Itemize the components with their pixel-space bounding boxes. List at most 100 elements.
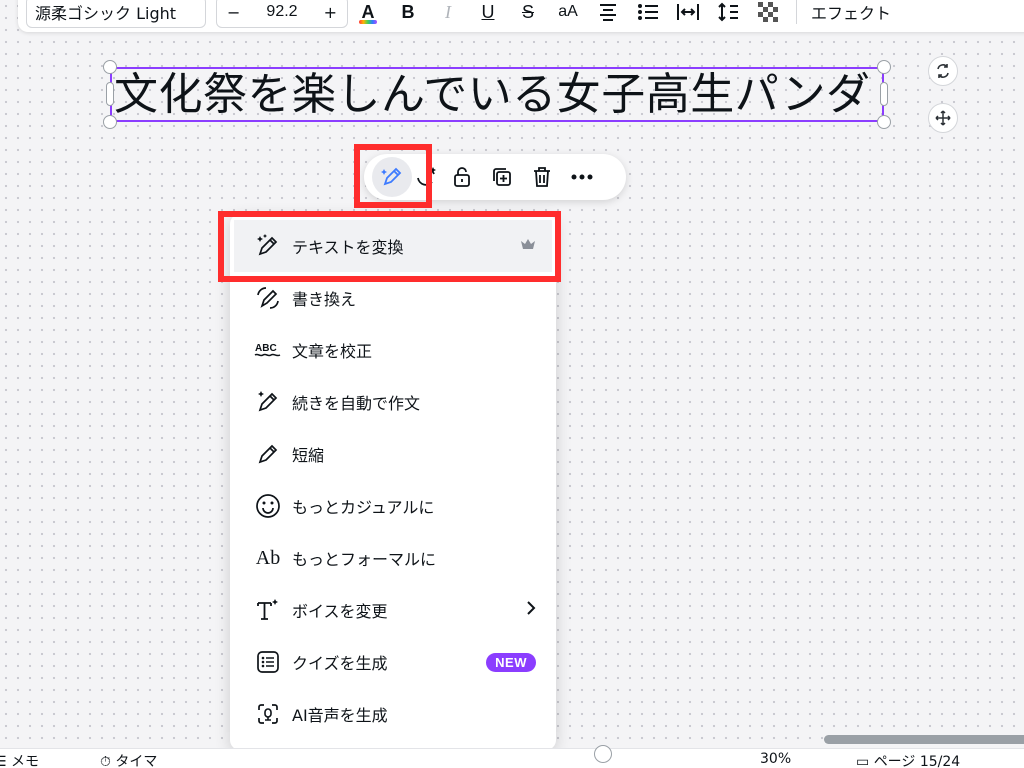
duplicate-button[interactable] bbox=[482, 157, 522, 197]
magic-write-menu: テキストを変換 書き換え ABC 文章を校正 続きを自動で作文 短縮 もっとカジ… bbox=[230, 214, 556, 750]
lock-button[interactable] bbox=[442, 157, 482, 197]
magic-write-button[interactable] bbox=[372, 157, 412, 197]
notes-button[interactable]: ☰ メモ bbox=[0, 751, 39, 768]
more-options-button[interactable] bbox=[562, 157, 602, 197]
letter-spacing-button[interactable] bbox=[668, 0, 708, 28]
underline-button[interactable]: U bbox=[468, 0, 508, 28]
abc-spellcheck-icon: ABC bbox=[252, 334, 284, 366]
magic-pen-icon bbox=[381, 167, 402, 186]
edit-button[interactable] bbox=[412, 157, 442, 197]
bold-button[interactable]: B bbox=[388, 0, 428, 28]
pen-icon bbox=[252, 438, 284, 470]
effects-button[interactable]: エフェクト bbox=[805, 0, 897, 24]
notes-label: メモ bbox=[11, 754, 40, 768]
lock-icon bbox=[454, 167, 470, 187]
menu-item-label: 文章を校正 bbox=[292, 342, 373, 361]
font-size-input[interactable]: 92.2 bbox=[266, 3, 297, 21]
menu-item-label: AI音声を生成 bbox=[292, 706, 388, 725]
list-button[interactable] bbox=[628, 0, 668, 28]
canvas-text[interactable]: 文化祭を楽しんでいる女子高生パンダ bbox=[114, 69, 871, 121]
font-family-label: 源柔ゴシック Light bbox=[35, 4, 177, 23]
resize-handle-top-right[interactable] bbox=[877, 60, 891, 74]
font-size-decrease-button[interactable]: − bbox=[227, 3, 240, 22]
notes-icon: ☰ bbox=[0, 754, 7, 768]
menu-item-proofread[interactable]: ABC 文章を校正 bbox=[230, 324, 556, 376]
menu-item-change-voice[interactable]: ボイスを変更 bbox=[230, 584, 556, 636]
zoom-level[interactable]: 30% bbox=[760, 751, 791, 767]
menu-item-label: 続きを自動で作文 bbox=[292, 394, 421, 413]
menu-item-continue-writing[interactable]: 続きを自動で作文 bbox=[230, 376, 556, 428]
line-spacing-icon bbox=[718, 2, 738, 22]
letter-case-button[interactable]: aA bbox=[548, 0, 588, 28]
rotate-button[interactable] bbox=[928, 56, 958, 86]
magic-write-circle bbox=[372, 157, 412, 197]
menu-item-label: 書き換え bbox=[292, 290, 357, 309]
menu-item-shorten[interactable]: 短縮 bbox=[230, 428, 556, 480]
element-context-toolbar bbox=[364, 154, 626, 200]
checkerboard-icon bbox=[758, 2, 778, 22]
new-badge: NEW bbox=[486, 652, 536, 672]
pages-button[interactable]: ▭ ページ 15/24 bbox=[856, 751, 960, 768]
menu-item-label: テキストを変換 bbox=[292, 238, 404, 257]
menu-item-more-casual[interactable]: もっとカジュアルに bbox=[230, 480, 556, 532]
edit-sparkle-icon bbox=[417, 167, 436, 186]
transparency-button[interactable] bbox=[748, 0, 788, 28]
underline-label: U bbox=[481, 1, 495, 22]
resize-handle-left[interactable] bbox=[106, 82, 114, 106]
menu-item-ai-voice[interactable]: AI音声を生成 bbox=[230, 688, 556, 740]
align-center-icon bbox=[600, 4, 616, 21]
menu-item-generate-quiz[interactable]: クイズを生成 NEW bbox=[230, 636, 556, 688]
align-center-button[interactable] bbox=[588, 0, 628, 28]
move-arrows-icon bbox=[935, 110, 951, 126]
text-sparkle-icon bbox=[252, 594, 284, 626]
magic-pen-icon bbox=[252, 230, 284, 262]
menu-item-rewrite[interactable]: 書き換え bbox=[230, 272, 556, 324]
menu-item-label: もっとフォーマルに bbox=[292, 550, 437, 569]
font-family-select[interactable]: 源柔ゴシック Light bbox=[26, 0, 206, 28]
pen-sparkle-icon bbox=[252, 386, 284, 418]
italic-button[interactable]: I bbox=[428, 0, 468, 28]
smile-icon bbox=[252, 490, 284, 522]
more-dots-icon bbox=[571, 174, 593, 180]
resize-handle-bottom-left[interactable] bbox=[103, 115, 117, 129]
text-color-button[interactable]: A bbox=[348, 0, 388, 28]
delete-button[interactable] bbox=[522, 157, 562, 197]
timer-button[interactable]: ⏱ タイマ bbox=[100, 751, 157, 768]
ai-voice-icon bbox=[252, 698, 284, 730]
strikethrough-button[interactable]: S bbox=[508, 0, 548, 28]
font-size-stepper[interactable]: − 92.2 + bbox=[216, 0, 348, 28]
pages-label: ページ 15/24 bbox=[873, 754, 961, 768]
resize-handle-right[interactable] bbox=[880, 82, 888, 106]
menu-item-transform-text[interactable]: テキストを変換 bbox=[234, 220, 552, 272]
crown-icon bbox=[520, 238, 536, 254]
italic-label: I bbox=[445, 1, 451, 22]
menu-item-more-formal[interactable]: Ab もっとフォーマルに bbox=[230, 532, 556, 584]
quiz-list-icon bbox=[252, 646, 284, 678]
pages-icon: ▭ bbox=[856, 754, 870, 768]
text-color-letter: A bbox=[361, 1, 375, 22]
ab-icon: Ab bbox=[252, 542, 284, 574]
svg-text:ABC: ABC bbox=[255, 343, 277, 354]
zoom-slider-thumb[interactable] bbox=[594, 745, 612, 763]
resize-handle-bottom-right[interactable] bbox=[877, 115, 891, 129]
font-size-increase-button[interactable]: + bbox=[324, 3, 337, 22]
selected-text-element[interactable]: 文化祭を楽しんでいる女子高生パンダ bbox=[110, 67, 884, 122]
timer-label: タイマ bbox=[115, 754, 158, 768]
menu-item-label: 短縮 bbox=[292, 446, 325, 465]
text-toolbar: 源柔ゴシック Light − 92.2 + A B I U S aA エフェクト bbox=[18, 0, 1024, 32]
move-button[interactable] bbox=[928, 103, 958, 133]
rotate-icon bbox=[937, 64, 949, 78]
line-spacing-button[interactable] bbox=[708, 0, 748, 28]
menu-item-label: もっとカジュアルに bbox=[292, 498, 435, 517]
menu-item-label: ボイスを変更 bbox=[292, 602, 388, 621]
duplicate-icon bbox=[493, 168, 511, 186]
horizontal-scrollbar[interactable] bbox=[824, 735, 1024, 744]
letter-case-label: aA bbox=[558, 3, 578, 20]
menu-item-label: クイズを生成 bbox=[292, 654, 388, 673]
rewrite-icon bbox=[252, 282, 284, 314]
letter-spacing-icon bbox=[677, 4, 699, 20]
resize-handle-top-left[interactable] bbox=[103, 60, 117, 74]
bold-label: B bbox=[401, 1, 415, 22]
bottom-status-bar: ☰ メモ ⏱ タイマ 30% ▭ ページ 15/24 bbox=[0, 745, 1024, 768]
trash-icon bbox=[534, 167, 550, 187]
